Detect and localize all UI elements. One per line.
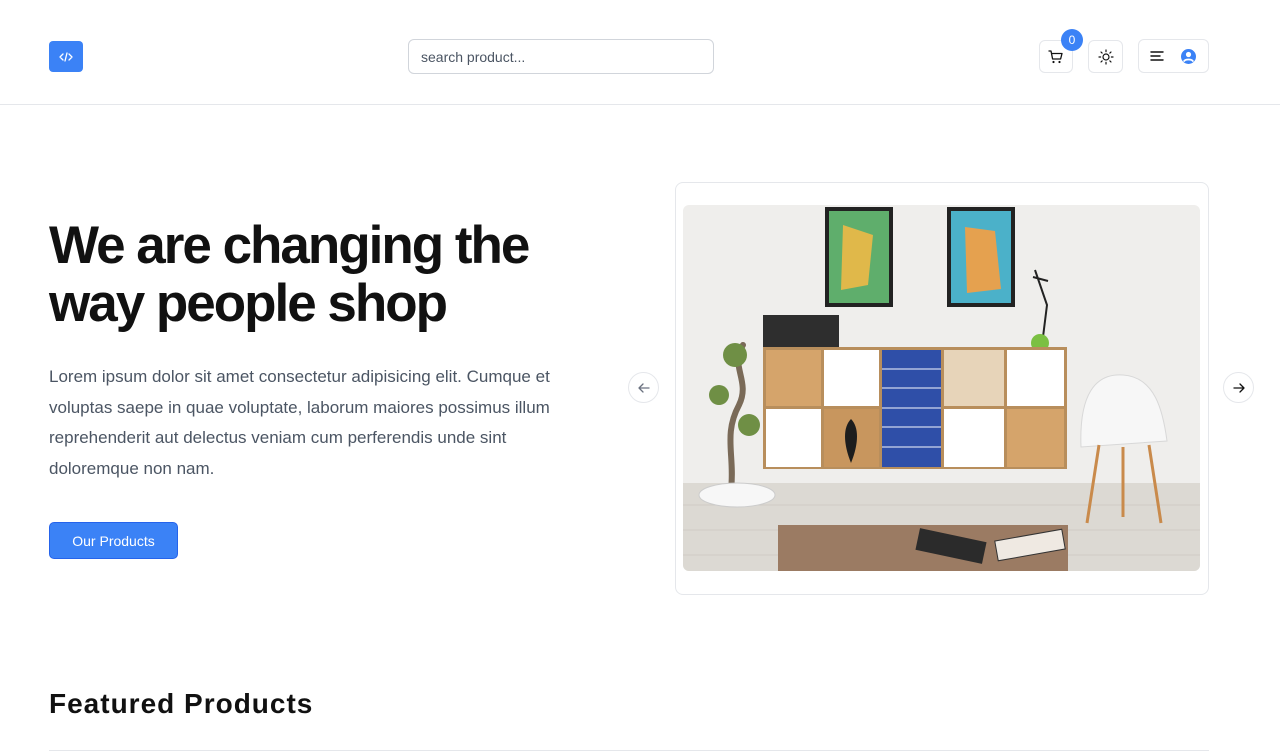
- site-header: 0: [0, 0, 1280, 105]
- cart-count-badge: 0: [1061, 29, 1083, 51]
- featured-products-heading: Featured Products: [49, 688, 314, 719]
- carousel-next-button[interactable]: [1223, 372, 1254, 403]
- user-menu-button[interactable]: [1138, 39, 1209, 73]
- section-divider: [49, 750, 1209, 751]
- cart-icon: [1048, 49, 1063, 63]
- user-avatar-icon: [1181, 48, 1196, 64]
- hero-description: Lorem ipsum dolor sit amet consectetur a…: [49, 367, 550, 478]
- menu-icon: [1150, 51, 1164, 61]
- search-input[interactable]: [408, 39, 714, 74]
- carousel-prev-button[interactable]: [628, 372, 659, 403]
- code-icon: [59, 51, 73, 62]
- theme-toggle-button[interactable]: [1088, 40, 1123, 73]
- hero-title: We are changing the way people shop: [49, 217, 609, 333]
- our-products-button[interactable]: Our Products: [49, 522, 178, 559]
- arrow-right-icon: [1232, 382, 1245, 393]
- carousel-image: [683, 205, 1200, 571]
- hero-title-line-2: way people shop: [49, 274, 448, 333]
- logo-link[interactable]: [49, 41, 83, 72]
- hero-title-line-1: We are changing the: [49, 216, 530, 275]
- arrow-left-icon: [637, 382, 650, 393]
- sun-icon: [1097, 48, 1114, 65]
